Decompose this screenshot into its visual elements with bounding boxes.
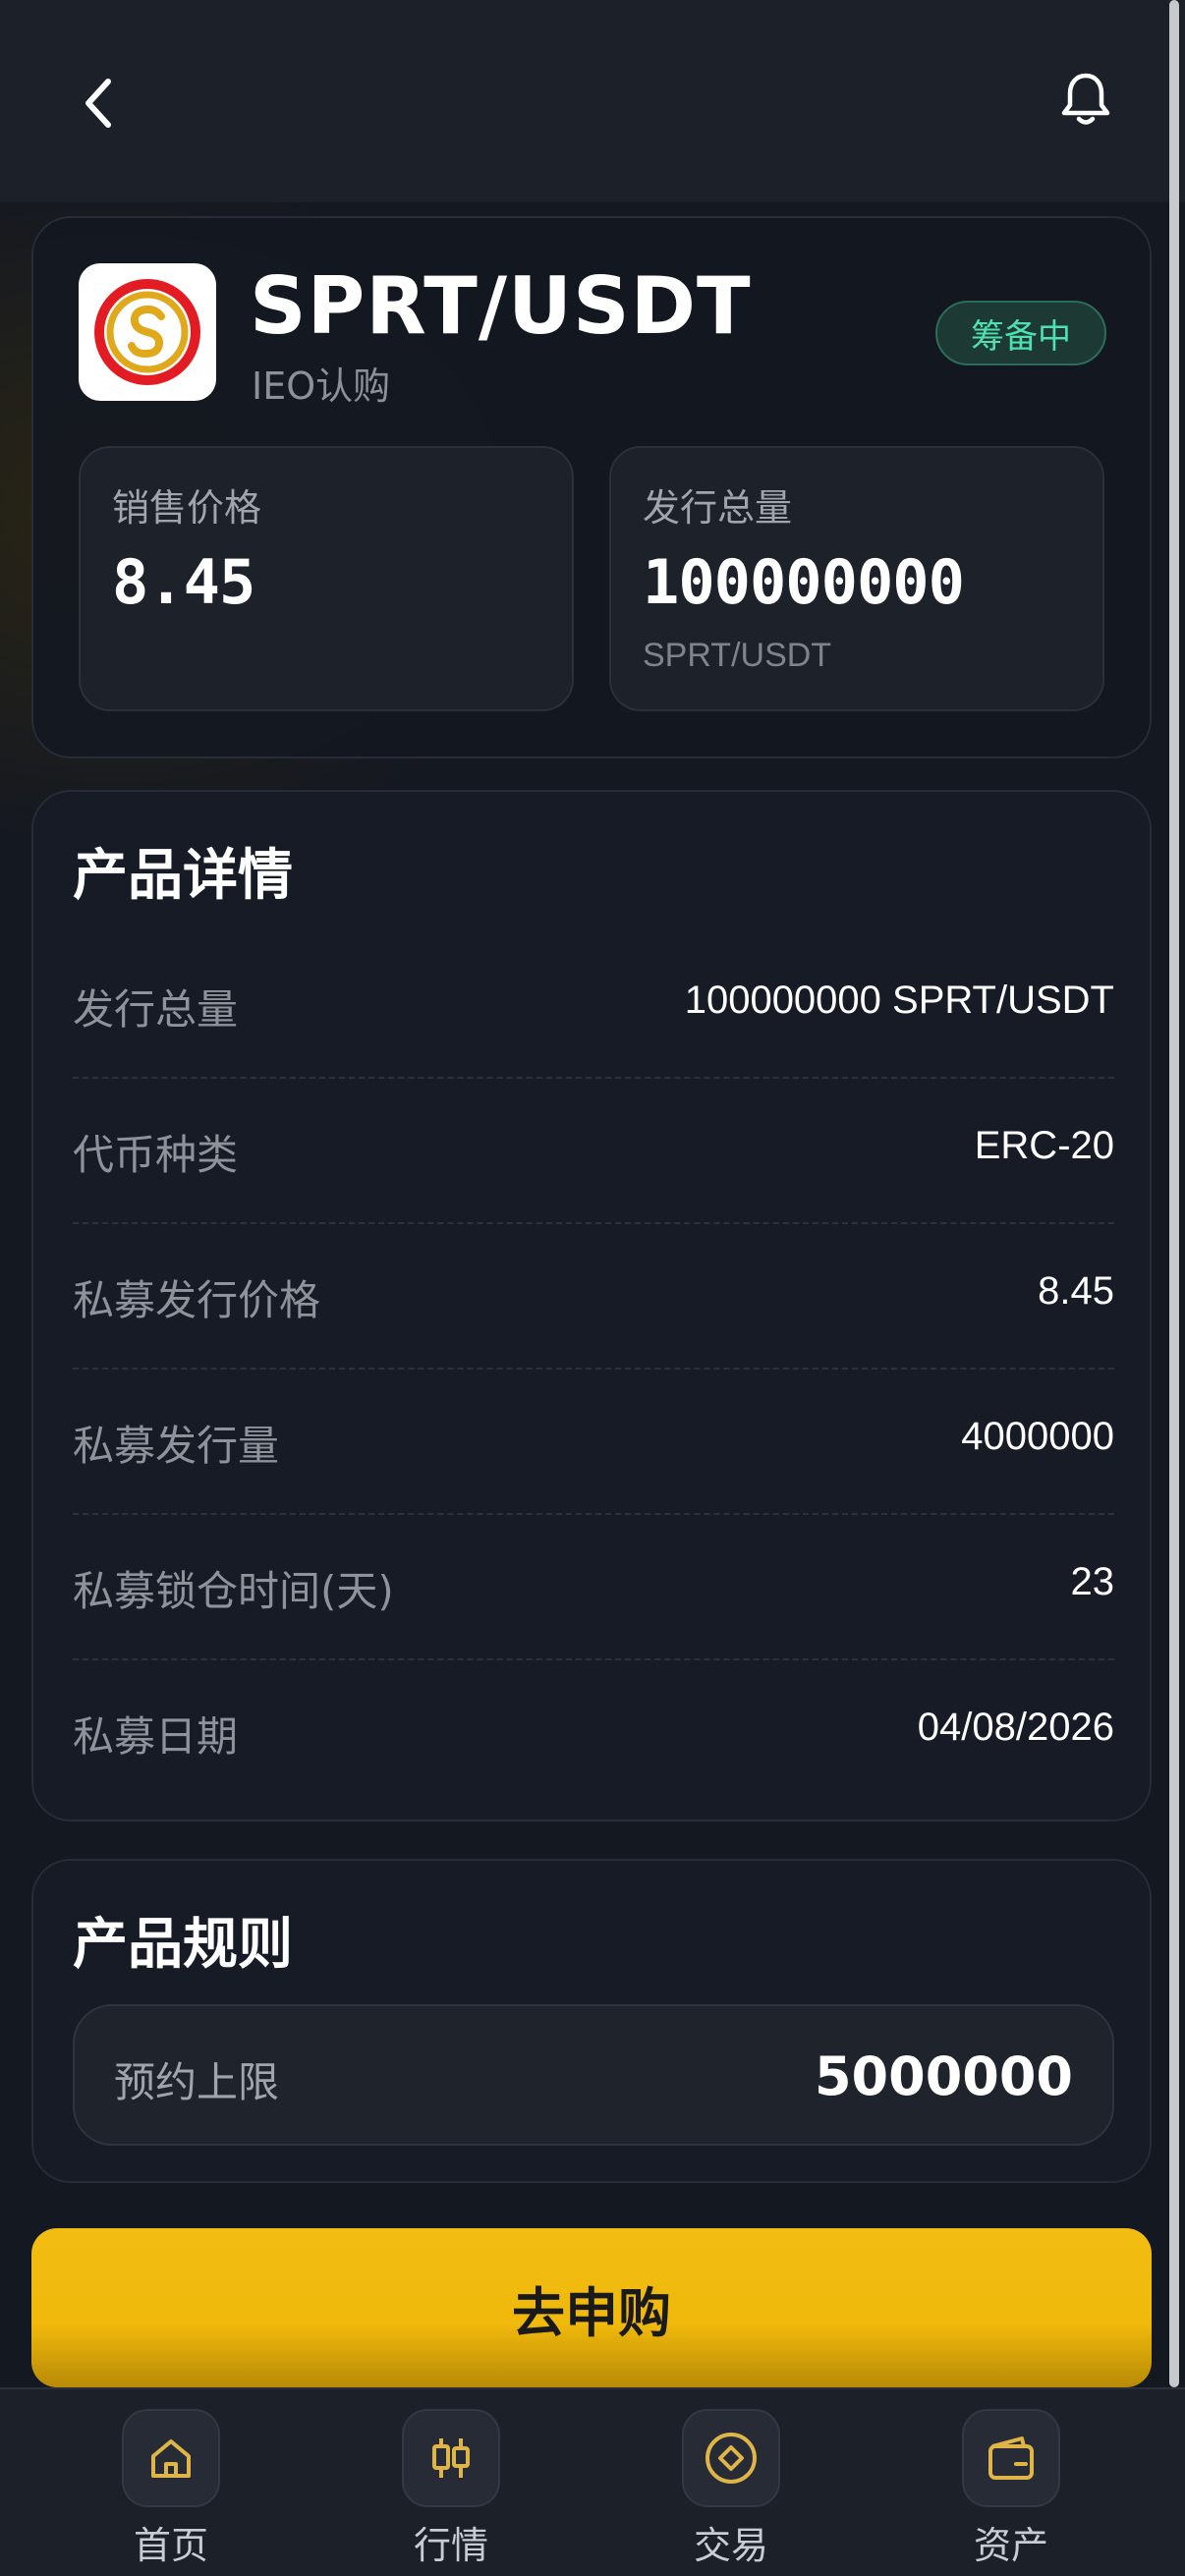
limit-value: 5000000: [814, 2045, 1073, 2107]
wallet-icon: [962, 2409, 1060, 2507]
supply-label: 发行总量: [643, 486, 793, 530]
product-rules-card: 产品规则 预约上限 5000000: [31, 1859, 1152, 2183]
bottom-nav: 首页 行情 交易 资产: [0, 2387, 1185, 2576]
detail-value: 100000000 SPRT/USDT: [684, 979, 1114, 1022]
product-details-card: 产品详情 发行总量 100000000 SPRT/USDT 代币种类 ERC-2…: [31, 790, 1152, 1821]
detail-value: 04/08/2026: [917, 1706, 1114, 1749]
price-label: 销售价格: [112, 486, 262, 530]
detail-row: 发行总量 100000000 SPRT/USDT: [73, 933, 1114, 1079]
nav-item-market[interactable]: 行情: [353, 2409, 549, 2576]
top-bar: [0, 0, 1185, 202]
token-logo-icon: [94, 279, 200, 385]
trade-icon: [682, 2409, 780, 2507]
detail-label: 私募发行价格: [73, 1276, 321, 1324]
back-button[interactable]: [69, 69, 128, 138]
nav-label: 首页: [133, 2524, 208, 2567]
detail-label: 私募锁仓时间(天): [73, 1567, 394, 1615]
reservation-limit: 预约上限 5000000: [73, 2004, 1114, 2146]
home-icon: [122, 2409, 220, 2507]
rules-title: 产品规则: [73, 1913, 293, 1977]
price-value: 8.45: [112, 546, 255, 618]
supply-value: 100000000: [643, 546, 965, 618]
notification-button[interactable]: [1051, 65, 1120, 134]
bell-icon: [1061, 73, 1110, 125]
chevron-left-icon: [85, 79, 111, 128]
detail-row: 代币种类 ERC-20: [73, 1079, 1114, 1224]
detail-row: 私募发行量 4000000: [73, 1370, 1114, 1515]
app-root: SPRT/USDT IEO认购 筹备中 销售价格 8.45 发行总量 10000…: [0, 0, 1185, 2576]
supply-stat: 发行总量 100000000 SPRT/USDT: [609, 446, 1104, 711]
detail-value: 8.45: [1038, 1269, 1114, 1313]
detail-label: 代币种类: [73, 1131, 239, 1179]
detail-label: 发行总量: [73, 985, 239, 1034]
detail-row: 私募锁仓时间(天) 23: [73, 1515, 1114, 1660]
candlestick-icon: [402, 2409, 500, 2507]
detail-label: 私募日期: [73, 1712, 239, 1761]
detail-value: 4000000: [961, 1415, 1114, 1458]
detail-row: 私募日期 04/08/2026: [73, 1660, 1114, 1806]
price-stat: 销售价格 8.45: [79, 446, 574, 711]
nav-label: 资产: [973, 2524, 1048, 2567]
token-pair-title: SPRT/USDT: [250, 260, 752, 352]
nav-item-assets[interactable]: 资产: [913, 2409, 1109, 2576]
status-badge: 筹备中: [935, 301, 1106, 365]
nav-label: 行情: [413, 2524, 488, 2567]
detail-label: 私募发行量: [73, 1422, 280, 1470]
token-logo: [79, 263, 216, 401]
subscribe-button[interactable]: 去申购: [31, 2228, 1152, 2387]
scrollbar[interactable]: [1169, 0, 1179, 2387]
detail-row: 私募发行价格 8.45: [73, 1224, 1114, 1370]
token-summary-card: SPRT/USDT IEO认购 筹备中 销售价格 8.45 发行总量 10000…: [31, 216, 1152, 758]
supply-unit: SPRT/USDT: [643, 637, 832, 674]
token-subtitle: IEO认购: [252, 364, 391, 408]
limit-label: 预约上限: [114, 2058, 280, 2106]
nav-item-trade[interactable]: 交易: [633, 2409, 829, 2576]
detail-value: ERC-20: [974, 1124, 1114, 1167]
details-title: 产品详情: [73, 844, 293, 908]
nav-item-home[interactable]: 首页: [73, 2409, 269, 2576]
nav-label: 交易: [693, 2524, 768, 2567]
detail-value: 23: [1070, 1560, 1115, 1603]
